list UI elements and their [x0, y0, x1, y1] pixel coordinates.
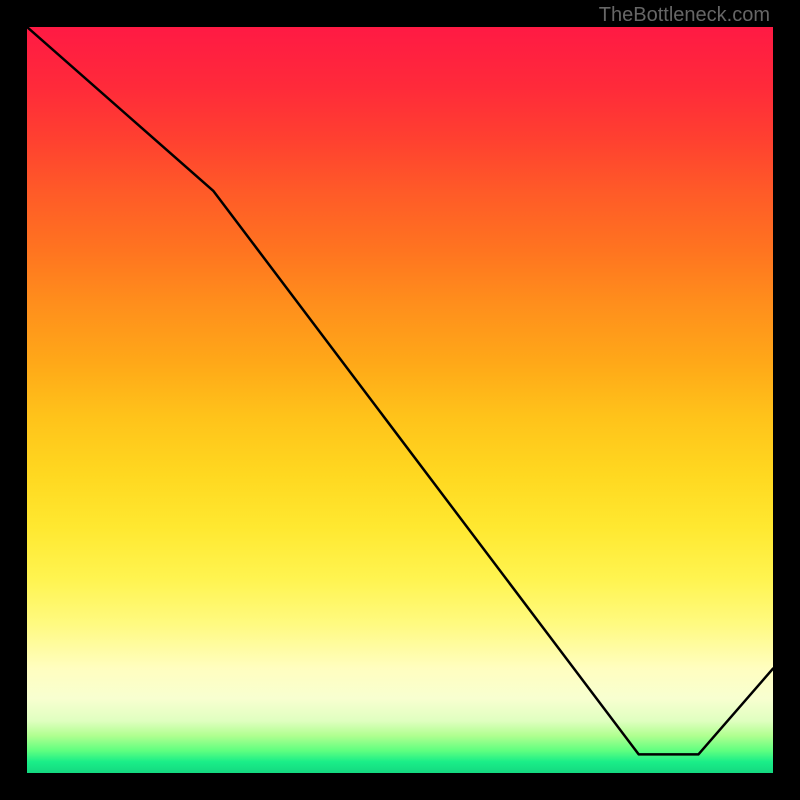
- data-series-line: [27, 27, 773, 754]
- attribution-text: TheBottleneck.com: [599, 4, 770, 27]
- chart-line-layer: [27, 27, 773, 773]
- chart-container: TheBottleneck.com: [0, 0, 800, 800]
